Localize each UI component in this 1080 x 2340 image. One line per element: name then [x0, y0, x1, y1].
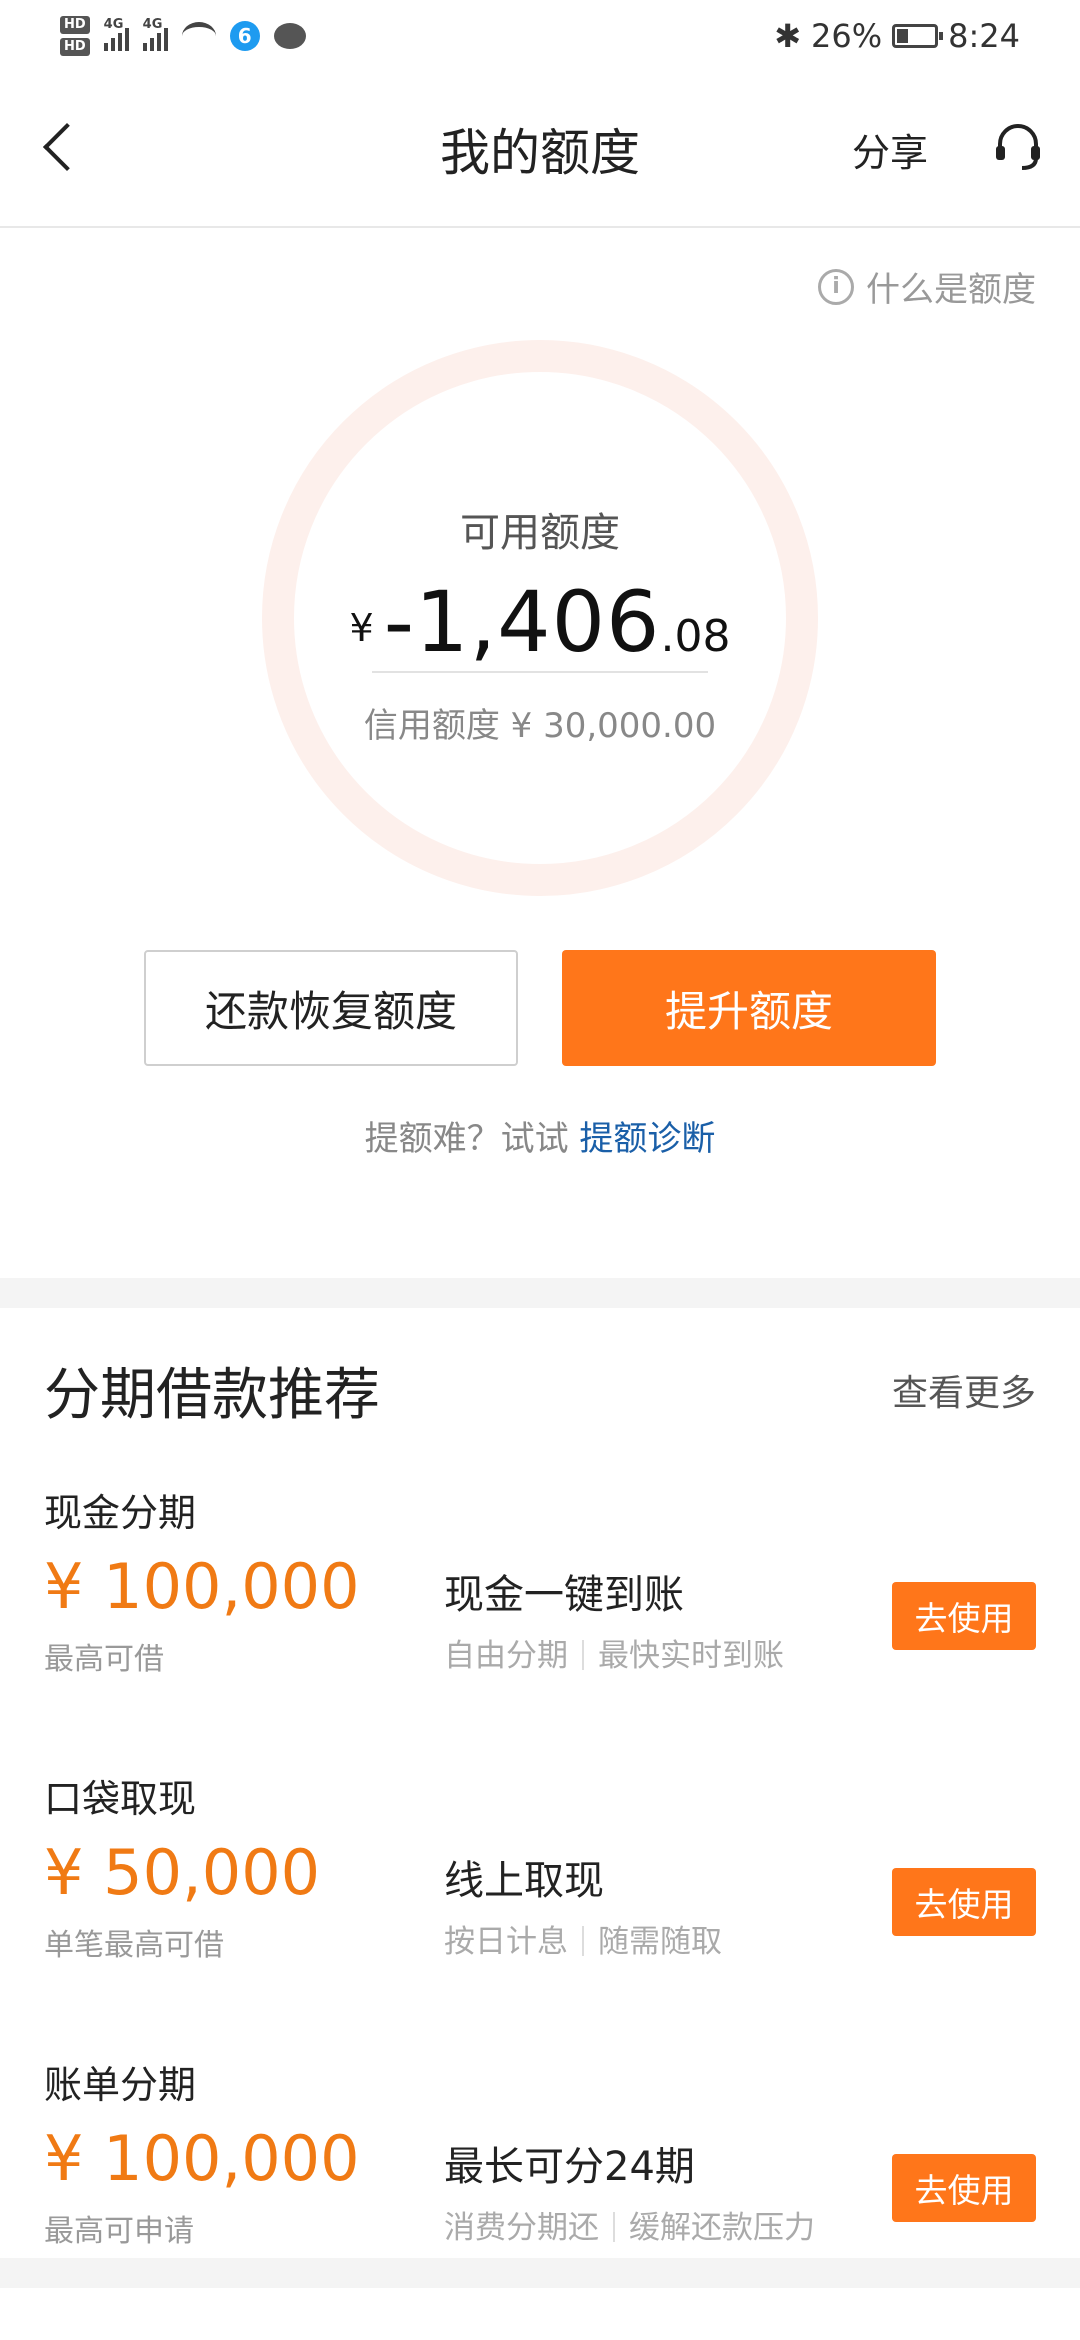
item-tag: 按日计息 — [444, 1924, 568, 1960]
item-tag: 最快实时到账 — [598, 1638, 784, 1674]
currency-symbol: ¥ — [349, 606, 374, 650]
repay-restore-button[interactable]: 还款恢复额度 — [144, 950, 518, 1066]
use-button[interactable]: 去使用 — [892, 1868, 1036, 1936]
hd1-icon: HD — [60, 16, 90, 34]
what-is-credit-label: 什么是额度 — [866, 270, 1036, 310]
recommend-header: 分期借款推荐 查看更多 — [44, 1308, 1036, 1472]
item-amount-note: 最高可借 — [44, 1642, 164, 1677]
available-credit-label: 可用额度 — [460, 510, 620, 556]
status-left: HD HD 4G 4G 6 — [60, 16, 306, 56]
item-tag: 随需随取 — [598, 1924, 722, 1960]
customer-service-icon[interactable] — [992, 122, 1044, 174]
loan-recommendations: 分期借款推荐 查看更多 现金分期 ¥ 100,000 最高可借 现金一键到账 自… — [0, 1308, 1080, 2330]
bluetooth-icon: ✱ — [774, 17, 802, 55]
view-more-link[interactable]: 查看更多 — [892, 1364, 1036, 1416]
item-amount-note: 单笔最高可借 — [44, 1928, 224, 1963]
credit-limit: 信用额度 ¥ 30,000.00 — [363, 706, 717, 746]
use-button[interactable]: 去使用 — [892, 2154, 1036, 2222]
item-name: 账单分期 — [44, 2063, 197, 2107]
share-button[interactable]: 分享 — [852, 122, 928, 177]
wifi-icon — [181, 22, 216, 50]
item-tags: 按日计息 随需随取 — [444, 1916, 722, 1961]
hd2-icon: HD — [60, 38, 90, 56]
credit-diagnosis-link[interactable]: 提额诊断 — [579, 1119, 715, 1159]
credit-hero: i 什么是额度 可用额度 ¥ -1,406.08 信用额度 ¥ 30,000.00… — [0, 228, 1080, 1278]
recommend-title: 分期借款推荐 — [44, 1362, 380, 1428]
amount-main: -1,406 — [383, 573, 661, 671]
amount-decimal: .08 — [660, 611, 731, 662]
item-tags: 自由分期 最快实时到账 — [444, 1630, 784, 1675]
item-title: 最长可分24期 — [444, 2144, 695, 2190]
item-title: 现金一键到账 — [444, 1572, 684, 1618]
list-item-cash-installment: 现金分期 ¥ 100,000 最高可借 现金一键到账 自由分期 最快实时到账 去使… — [44, 1472, 1036, 1758]
item-tags: 消费分期还 缓解还款压力 — [444, 2202, 815, 2247]
item-title: 线上取现 — [444, 1858, 604, 1904]
use-button[interactable]: 去使用 — [892, 1582, 1036, 1650]
signal-icon-1: 4G — [103, 17, 129, 51]
list-item-pocket-cash: 口袋取现 ¥ 50,000 单笔最高可借 线上取现 按日计息 随需随取 去使用 — [44, 1758, 1036, 2044]
item-amount: ¥ 100,000 — [44, 1550, 360, 1623]
info-icon: i — [818, 268, 854, 305]
app-notification-icon: 6 — [229, 21, 260, 51]
item-name: 现金分期 — [44, 1491, 197, 1535]
raise-hint: 提额难？试试 提额诊断 — [0, 1111, 1080, 1160]
hd-icons: HD HD — [60, 16, 90, 56]
status-bar: HD HD 4G 4G 6 ✱ 26% 8:24 — [0, 0, 1080, 72]
battery-icon — [892, 24, 944, 48]
chat-icon — [273, 23, 306, 49]
section-divider — [0, 1278, 1080, 1308]
nav-bar: 我的额度 分享 — [0, 72, 1080, 228]
amount-divider — [372, 671, 708, 673]
back-icon[interactable] — [42, 122, 92, 172]
item-amount-note: 最高可申请 — [44, 2214, 194, 2249]
item-tag: 消费分期还 — [444, 2210, 599, 2246]
signal-icon-2: 4G — [142, 17, 168, 51]
clock: 8:24 — [948, 17, 1020, 55]
status-right: ✱ 26% 8:24 — [774, 17, 1020, 55]
battery-percent: 26% — [811, 17, 883, 55]
page-title: 我的额度 — [440, 124, 640, 182]
item-tag: 自由分期 — [444, 1638, 568, 1674]
item-amount: ¥ 100,000 — [44, 2122, 360, 2195]
item-name: 口袋取现 — [44, 1777, 197, 1821]
raise-hint-text: 提额难？试试 — [364, 1119, 580, 1159]
raise-credit-button[interactable]: 提升额度 — [562, 950, 936, 1066]
bottom-divider — [0, 2258, 1080, 2288]
what-is-credit-link[interactable]: i 什么是额度 — [818, 262, 1036, 311]
available-credit-amount: ¥ -1,406.08 — [0, 573, 1080, 671]
item-tag: 缓解还款压力 — [629, 2210, 815, 2246]
item-amount: ¥ 50,000 — [44, 1836, 321, 1909]
